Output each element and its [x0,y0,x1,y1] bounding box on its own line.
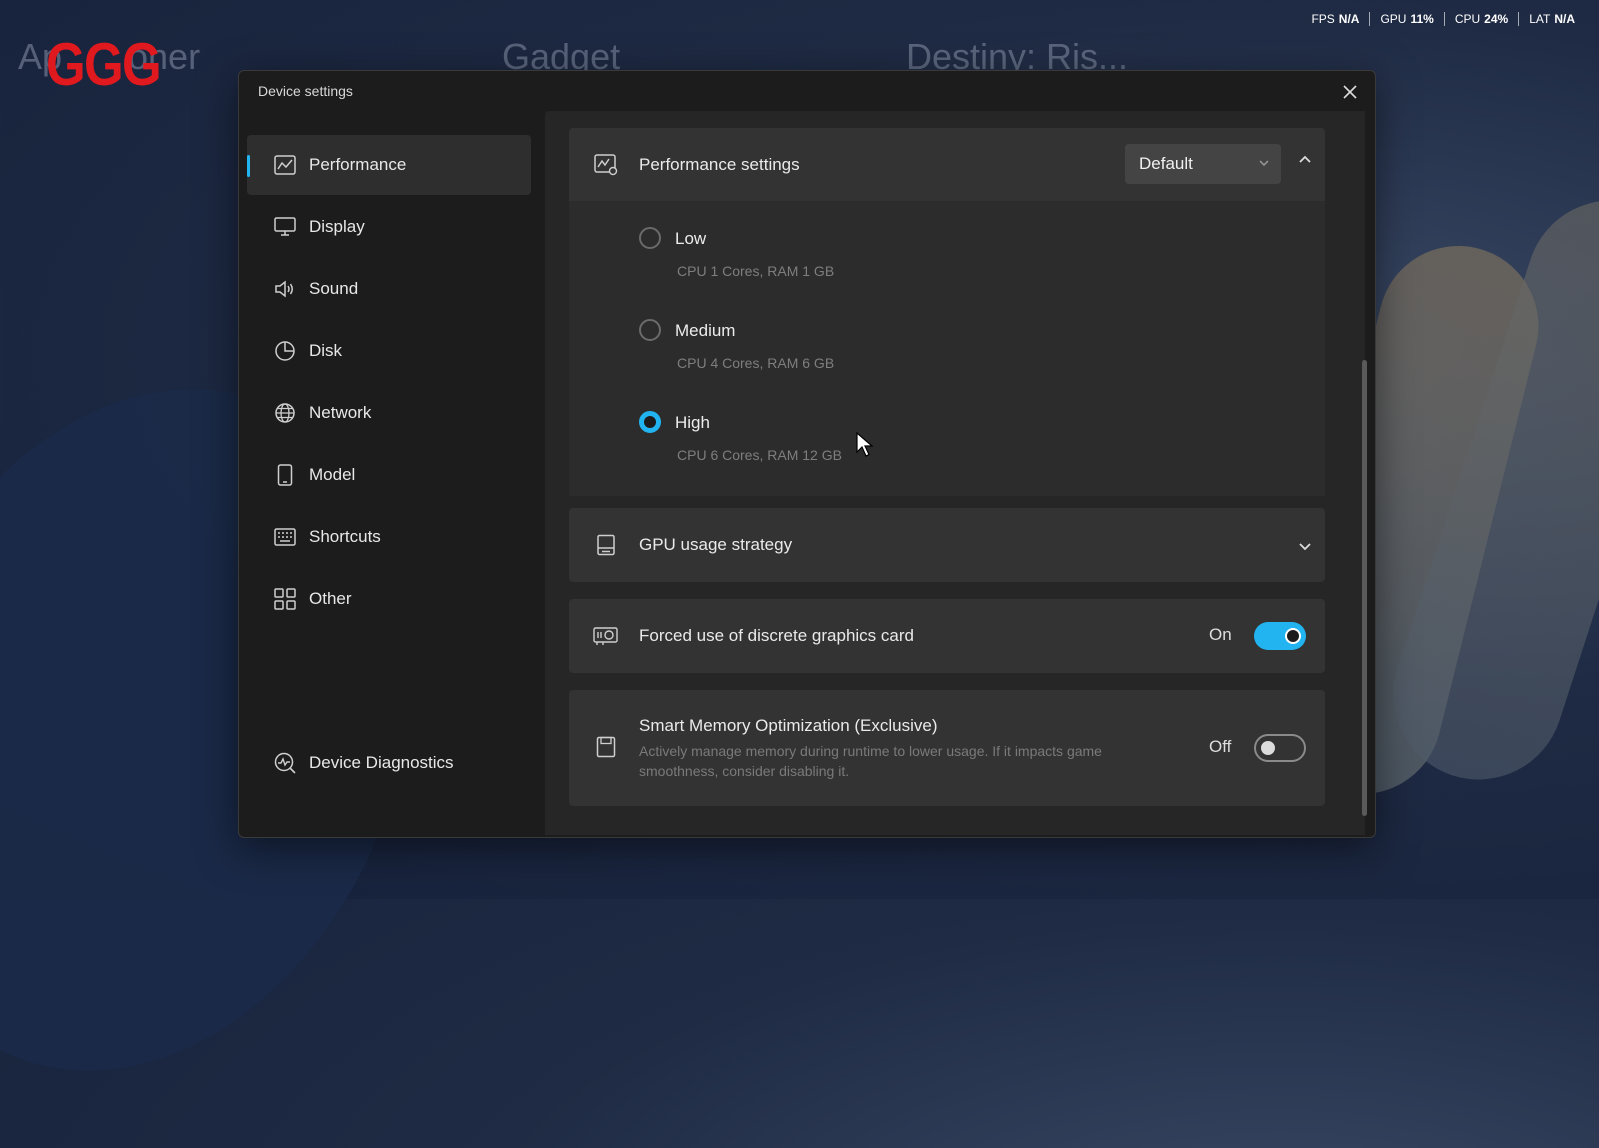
option-description: CPU 6 Cores, RAM 12 GB [677,447,842,463]
discrete-gpu-title: Forced use of discrete graphics card [639,625,914,645]
settings-sidebar: Performance Display Sound Disk Network M… [247,135,531,829]
dialog-title: Device settings [258,83,353,99]
sidebar-item-shortcuts[interactable]: Shortcuts [247,507,531,567]
diagnostics-icon [273,751,297,775]
watermark-logo: GGG [46,31,162,98]
chevron-up-icon[interactable] [1297,152,1313,168]
radio-medium[interactable] [639,319,661,341]
grid-icon [273,587,297,611]
close-icon [1343,85,1357,99]
sidebar-item-model[interactable]: Model [247,445,531,505]
latency-stat: LAT N/A [1518,12,1585,26]
performance-settings-title: Performance settings [639,154,800,174]
sidebar-item-label: Sound [309,279,359,298]
option-description: CPU 4 Cores, RAM 6 GB [677,355,835,371]
keyboard-icon [273,525,297,549]
gpu-usage-strategy-card[interactable]: GPU usage strategy [569,508,1325,582]
sidebar-item-label: Device Diagnostics [309,753,454,772]
smart-memory-toggle[interactable] [1254,734,1306,762]
gpu-usage-strategy-title: GPU usage strategy [639,534,793,554]
stat-value: 24% [1484,12,1509,26]
gpu-usage-strategy-header[interactable]: GPU usage strategy [569,508,1325,581]
stat-label: LAT [1529,12,1551,26]
sidebar-item-disk[interactable]: Disk [247,321,531,381]
gpu-stat: GPU 11% [1369,12,1443,26]
sidebar-item-display[interactable]: Display [247,197,531,257]
stat-label: CPU [1454,12,1481,26]
toggle-knob [1285,628,1301,644]
option-description: CPU 1 Cores, RAM 1 GB [677,263,835,279]
discrete-gpu-toggle[interactable] [1254,622,1306,650]
smart-memory-title: Smart Memory Optimization (Exclusive) [639,716,938,735]
stat-value: N/A [1338,12,1360,26]
graphics-card-icon [593,623,619,649]
stat-label: FPS [1311,12,1335,26]
option-low[interactable]: Low CPU 1 Cores, RAM 1 GB [639,227,834,279]
discrete-gpu-card: Forced use of discrete graphics card On [569,599,1325,673]
background-shape [1371,178,1599,802]
close-button[interactable] [1337,79,1363,105]
performance-settings-card: Performance settings Default Low CPU 1 C… [569,128,1325,496]
stat-value: 11% [1410,12,1434,26]
radio-low[interactable] [639,227,661,249]
sidebar-item-performance[interactable]: Performance [247,135,531,195]
mouse-cursor-icon [856,432,874,457]
save-memory-icon [593,734,619,760]
dropdown-value: Default [1139,154,1193,173]
pie-icon [273,339,297,363]
option-label: Medium [675,321,736,340]
performance-settings-icon [593,152,619,178]
chevron-down-icon [1259,160,1269,167]
sidebar-item-label: Other [309,589,352,608]
smart-memory-description-line2: smoothness, consider disabling it. [639,763,850,779]
smart-memory-description-line1: Actively manage memory during runtime to… [639,743,1102,759]
chart-icon [273,153,297,177]
monitor-icon [273,215,297,239]
toggle-knob [1261,741,1275,755]
toggle-state-label: On [1209,625,1232,644]
globe-icon [273,401,297,425]
fps-stat: FPS N/A [1301,12,1369,26]
phone-icon [273,463,297,487]
sidebar-item-network[interactable]: Network [247,383,531,443]
option-medium[interactable]: Medium CPU 4 Cores, RAM 6 GB [639,319,834,371]
smart-memory-card: Smart Memory Optimization (Exclusive) Ac… [569,690,1325,806]
option-label: High [675,413,710,432]
sidebar-item-label: Model [309,465,356,484]
performance-options: Low CPU 1 Cores, RAM 1 GB Medium CPU 4 C… [569,201,1325,496]
sidebar-item-device-diagnostics[interactable]: Device Diagnostics [247,733,557,793]
scrollbar-thumb[interactable] [1362,360,1367,816]
stat-label: GPU [1380,12,1407,26]
option-high[interactable]: High CPU 6 Cores, RAM 12 GB [639,411,842,463]
option-label: Low [675,229,707,248]
stat-value: N/A [1554,12,1575,26]
sidebar-item-sound[interactable]: Sound [247,259,531,319]
sidebar-item-other[interactable]: Other [247,569,531,629]
sidebar-item-label: Disk [309,341,343,360]
performance-preset-dropdown[interactable]: Default [1125,144,1281,184]
toggle-state-label: Off [1209,737,1232,756]
speaker-icon [273,277,297,301]
sidebar-item-label: Shortcuts [309,527,381,546]
chevron-down-icon[interactable] [1297,538,1313,554]
sidebar-item-label: Performance [309,155,407,174]
radio-high[interactable] [639,411,661,433]
cpu-stat: CPU 24% [1443,12,1518,26]
performance-overlay: FPS N/A GPU 11% CPU 24% LAT N/A [1301,12,1585,26]
sidebar-item-label: Network [309,403,372,422]
sidebar-item-label: Display [309,217,365,236]
gpu-strategy-icon [593,532,619,558]
